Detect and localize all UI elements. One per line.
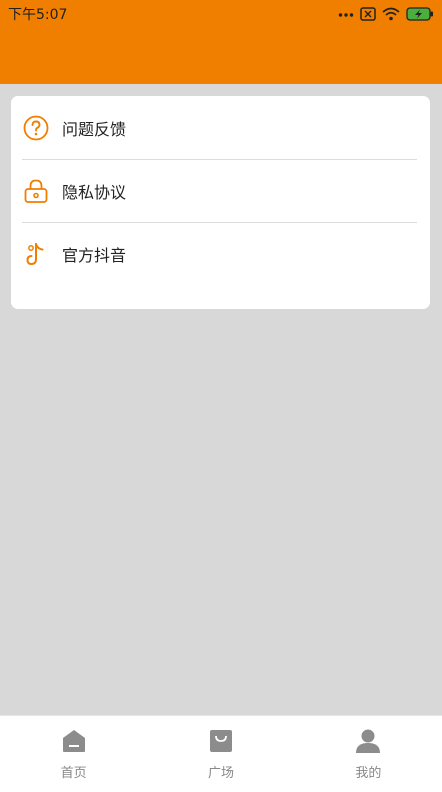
nav-item-mine[interactable]: 我的 [295, 716, 442, 792]
status-time: 下午5:07 [8, 7, 68, 23]
wifi-icon [382, 7, 400, 21]
menu-item-privacy[interactable]: 隐私协议 [11, 159, 430, 222]
nav-item-home[interactable]: 首页 [0, 716, 147, 792]
lock-icon [22, 177, 50, 205]
close-box-icon [360, 7, 376, 21]
shopping-bag-icon [206, 726, 236, 756]
menu-item-label: 隐私协议 [62, 182, 127, 202]
menu-item-feedback[interactable]: 问题反馈 [11, 96, 430, 159]
bottom-nav: 首页 广场 我的 [0, 715, 442, 792]
nav-item-plaza[interactable]: 广场 [147, 716, 294, 792]
user-icon [353, 726, 383, 756]
menu-item-label: 问题反馈 [62, 119, 127, 139]
menu-item-douyin[interactable]: 官方抖音 [11, 222, 430, 285]
settings-screen: 下午5:07 问题反馈 隐私协议 官方抖音 首页 广场 我的 [0, 0, 442, 792]
question-icon [22, 114, 50, 142]
home-icon [59, 726, 89, 756]
nav-label: 我的 [355, 766, 382, 781]
menu-card: 问题反馈 隐私协议 官方抖音 [11, 96, 430, 309]
battery-charging-icon [406, 7, 434, 21]
status-bar: 下午5:07 [0, 0, 442, 28]
dots-icon [338, 10, 354, 18]
nav-label: 广场 [207, 766, 234, 781]
nav-label: 首页 [60, 766, 87, 781]
menu-item-label: 官方抖音 [62, 245, 127, 265]
header-bar: 下午5:07 [0, 0, 442, 84]
douyin-icon [22, 240, 50, 268]
status-icons [338, 7, 434, 21]
